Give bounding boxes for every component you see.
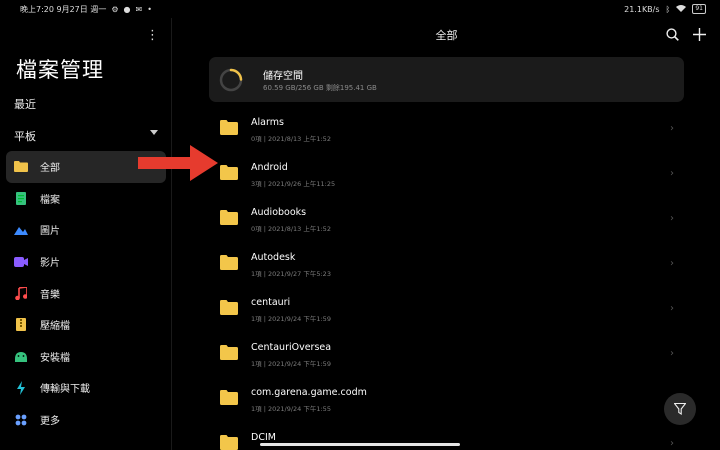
sidebar-item-label: 更多	[40, 416, 60, 428]
image-icon	[14, 223, 28, 237]
folder-icon	[220, 210, 238, 225]
list-item[interactable]: CentauriOversea 1項 | 2021/9/24 下午1:59 ›	[209, 332, 684, 377]
list-item[interactable]: Alarms 0項 | 2021/8/13 上午1:52 ›	[209, 107, 684, 152]
home-indicator[interactable]	[260, 443, 460, 446]
folder-icon	[220, 300, 238, 315]
folder-meta: 0項 | 2021/8/13 上午1:52	[251, 225, 331, 233]
android-icon	[14, 349, 28, 363]
video-icon	[14, 255, 28, 269]
storage-ring-icon	[219, 68, 243, 92]
folder-meta: 1項 | 2021/9/24 下午1:59	[251, 315, 331, 323]
app-title: 檔案管理	[16, 58, 104, 82]
folder-list: Alarms 0項 | 2021/8/13 上午1:52 › Android 3…	[209, 107, 684, 450]
sidebar-item-label: 傳輸與下載	[40, 384, 90, 396]
main-panel: 全部 儲存空間 60.59 GB/256 GB 剩餘195.41 GB Alar…	[173, 18, 720, 450]
sidebar-item-label: 檔案	[40, 194, 60, 206]
annotation-arrow-icon	[138, 145, 218, 181]
chevron-right-icon: ›	[670, 258, 674, 269]
tablet-label: 平板	[14, 130, 36, 143]
storage-usage: 60.59 GB/256 GB 剩餘195.41 GB	[263, 84, 377, 92]
tablet-section-header[interactable]: 平板	[14, 128, 164, 144]
sidebar-item-transfers[interactable]: 傳輸與下載	[6, 372, 166, 404]
page-title: 全部	[435, 29, 458, 42]
archive-icon	[14, 318, 28, 332]
network-speed: 21.1KB/s	[624, 4, 660, 14]
list-item[interactable]: centauri 1項 | 2021/9/24 下午1:59 ›	[209, 287, 684, 332]
sidebar: ⋮ 檔案管理 最近 平板 全部 檔案 圖片 影片 音樂 壓縮檔 安裝檔 傳輸與下…	[0, 18, 172, 450]
sidebar-item-videos[interactable]: 影片	[6, 246, 166, 278]
chevron-right-icon: ›	[670, 348, 674, 359]
music-icon	[14, 286, 28, 300]
sidebar-item-more[interactable]: 更多	[6, 404, 166, 436]
sidebar-item-label: 影片	[40, 258, 60, 270]
folder-icon	[220, 345, 238, 360]
folder-name: Alarms	[251, 117, 284, 128]
folder-icon	[220, 390, 238, 405]
status-bar: 晚上7:20 9月27日 週一 ⚙ ● ✉ • 21.1KB/s ᛒ 91	[0, 0, 720, 18]
folder-icon	[220, 255, 238, 270]
chevron-right-icon: ›	[670, 303, 674, 314]
storage-card[interactable]: 儲存空間 60.59 GB/256 GB 剩餘195.41 GB	[209, 57, 684, 102]
transfer-icon	[14, 380, 28, 395]
sidebar-item-music[interactable]: 音樂	[6, 277, 166, 309]
filter-button[interactable]	[664, 393, 696, 425]
folder-icon	[220, 435, 238, 450]
list-item[interactable]: com.garena.game.codm 1項 | 2021/9/24 下午1:…	[209, 377, 684, 422]
more-grid-icon	[14, 413, 28, 427]
folder-icon	[220, 120, 238, 135]
bluetooth-icon: ᛒ	[665, 4, 671, 14]
folder-meta: 0項 | 2021/8/13 上午1:52	[251, 135, 331, 143]
chevron-right-icon: ›	[670, 213, 674, 224]
sidebar-item-label: 安裝檔	[40, 352, 70, 364]
wifi-icon	[676, 4, 687, 14]
sidebar-item-apks[interactable]: 安裝檔	[6, 341, 166, 373]
settings-icon: ⚙	[111, 5, 119, 14]
folder-name: Audiobooks	[251, 207, 307, 218]
sidebar-item-label: 壓縮檔	[40, 321, 70, 333]
folder-meta: 1項 | 2021/9/24 下午1:59	[251, 360, 331, 368]
folder-name: DCIM	[251, 432, 276, 443]
dots-icon: •	[147, 5, 152, 14]
folder-name: Android	[251, 162, 288, 173]
sidebar-item-recent[interactable]: 最近	[14, 96, 36, 112]
notification-icon: ●	[123, 5, 131, 14]
folder-icon	[220, 165, 238, 180]
list-item[interactable]: Autodesk 1項 | 2021/9/27 下午5:23 ›	[209, 242, 684, 287]
more-options-icon[interactable]: ⋮	[146, 28, 159, 43]
email-icon: ✉	[135, 5, 143, 14]
status-time-date: 晚上7:20 9月27日 週一	[20, 5, 107, 14]
sidebar-item-images[interactable]: 圖片	[6, 214, 166, 246]
filter-icon	[674, 403, 686, 415]
document-icon	[14, 191, 28, 205]
list-item[interactable]: Android 3項 | 2021/9/26 上午11:25 ›	[209, 152, 684, 197]
folder-meta: 1項 | 2021/9/27 下午5:23	[251, 270, 331, 278]
add-icon[interactable]	[693, 26, 706, 45]
caret-down-icon	[150, 130, 158, 135]
list-item[interactable]: Audiobooks 0項 | 2021/8/13 上午1:52 ›	[209, 197, 684, 242]
folder-meta: 3項 | 2021/9/26 上午11:25	[251, 180, 336, 188]
sidebar-item-documents[interactable]: 檔案	[6, 183, 166, 215]
sidebar-item-label: 全部	[40, 163, 60, 175]
chevron-right-icon: ›	[670, 123, 674, 134]
folder-meta: 1項 | 2021/9/24 下午1:55	[251, 405, 331, 413]
battery-icon: 91	[692, 4, 706, 14]
folder-name: com.garena.game.codm	[251, 387, 367, 398]
sidebar-nav: 全部 檔案 圖片 影片 音樂 壓縮檔 安裝檔 傳輸與下載 更多	[6, 151, 166, 435]
sidebar-item-label: 圖片	[40, 226, 60, 238]
chevron-right-icon: ›	[670, 168, 674, 179]
sidebar-item-label: 音樂	[40, 289, 60, 301]
folder-name: CentauriOversea	[251, 342, 332, 353]
storage-title: 儲存空間	[263, 71, 303, 82]
folder-name: centauri	[251, 297, 291, 308]
chevron-right-icon: ›	[670, 438, 674, 449]
folder-name: Autodesk	[251, 252, 296, 263]
folder-icon	[14, 160, 28, 174]
search-icon[interactable]	[666, 26, 679, 45]
sidebar-item-archives[interactable]: 壓縮檔	[6, 309, 166, 341]
